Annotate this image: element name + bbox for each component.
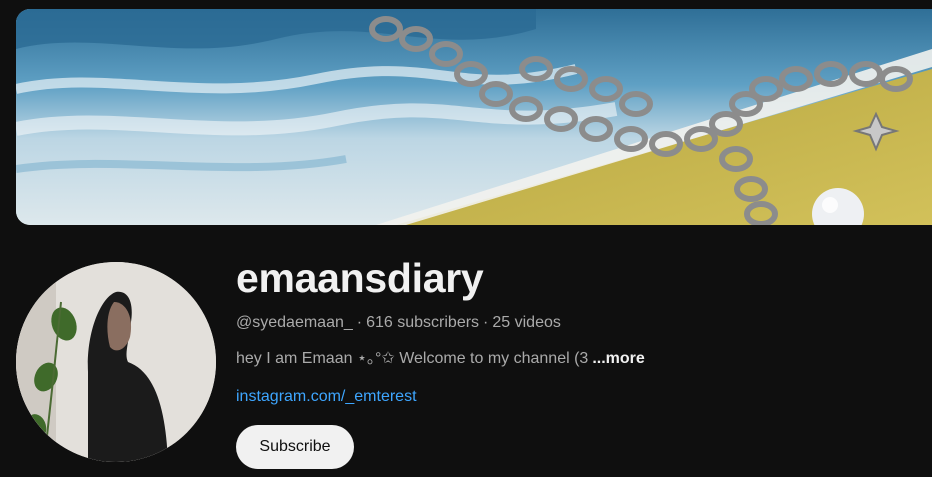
channel-name: emaansdiary — [236, 255, 484, 301]
banner-image — [16, 9, 932, 225]
meta-separator: · — [356, 314, 363, 331]
channel-meta: @syedaemaan_ · 616 subscribers · 25 videos — [236, 312, 916, 334]
video-count: 25 videos — [492, 314, 561, 331]
channel-description[interactable]: hey I am Emaan ⋆｡°✩ Welcome to my channe… — [236, 348, 916, 370]
subscribe-button[interactable]: Subscribe — [236, 425, 354, 469]
description-text: hey I am Emaan ⋆｡°✩ Welcome to my channe… — [236, 350, 589, 367]
channel-handle: @syedaemaan_ — [236, 314, 353, 331]
channel-avatar[interactable] — [16, 262, 216, 462]
meta-separator: · — [483, 314, 489, 331]
channel-banner — [16, 9, 932, 225]
avatar-image — [16, 262, 216, 462]
channel-info: emaansdiary @syedaemaan_ · 616 subscribers… — [236, 250, 916, 408]
subscriber-count: 616 subscribers — [366, 314, 480, 331]
channel-header: emaansdiary @syedaemaan_ · 616 subscribers… — [0, 0, 932, 477]
more-button[interactable]: ...more — [592, 350, 644, 367]
channel-link[interactable]: instagram.com/_emterest — [236, 386, 417, 408]
